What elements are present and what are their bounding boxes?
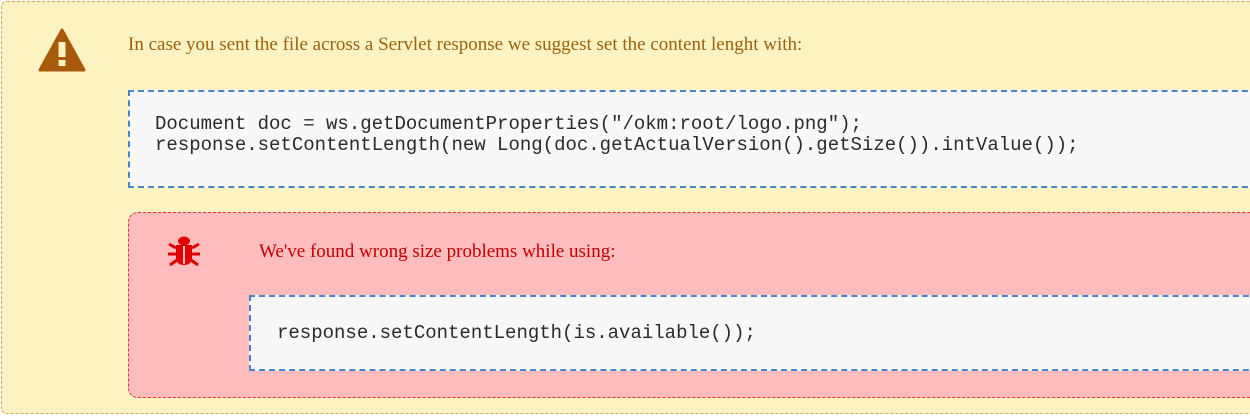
error-message: We've found wrong size problems while us…	[259, 241, 616, 262]
code-block-content-length: Document doc = ws.getDocumentProperties(…	[128, 90, 1250, 188]
warning-triangle-icon	[38, 28, 86, 72]
warning-message: In case you sent the file across a Servl…	[128, 34, 803, 55]
code-line: response.setContentLength(is.available()…	[277, 322, 756, 344]
code-block-available: response.setContentLength(is.available()…	[249, 295, 1250, 371]
bug-icon	[168, 236, 200, 267]
warning-callout: In case you sent the file across a Servl…	[1, 1, 1250, 414]
code-line: response.setContentLength(new Long(doc.g…	[155, 134, 1079, 156]
code-line: Document doc = ws.getDocumentProperties(…	[155, 113, 862, 135]
error-callout: We've found wrong size problems while us…	[128, 212, 1250, 398]
